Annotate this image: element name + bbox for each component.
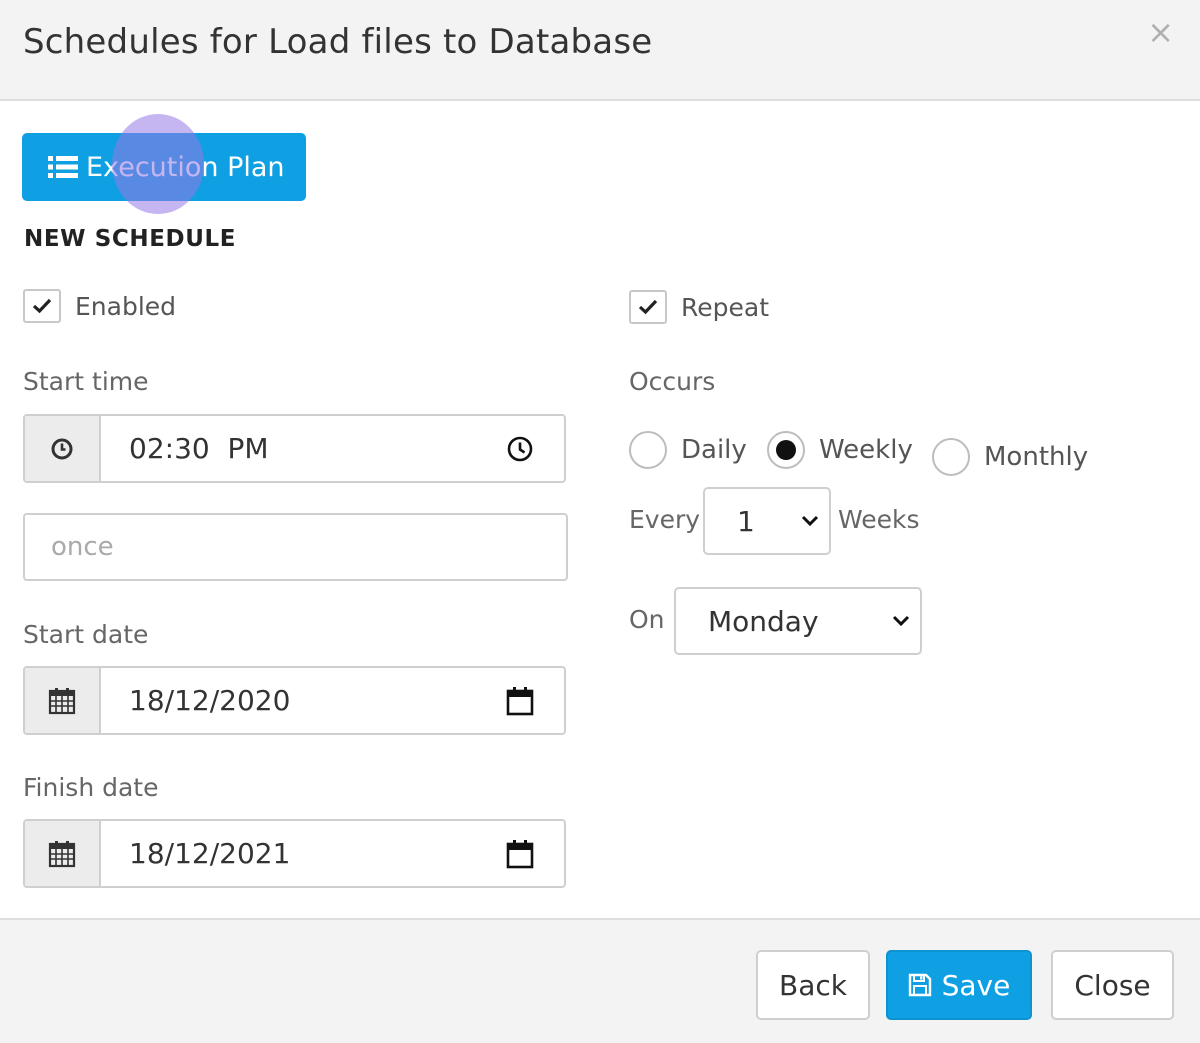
weeks-label: Weeks [838,505,920,534]
date-picker-icon[interactable] [506,686,534,716]
start-time-group: 02:30 PM [23,414,566,483]
start-time-input[interactable]: 02:30 PM [101,416,564,481]
finish-date-label: Finish date [23,773,159,802]
occurs-label: Occurs [629,367,716,396]
weekday-select[interactable]: Monday [674,587,922,655]
close-icon[interactable]: × [1147,16,1174,48]
calendar-icon [48,687,76,714]
start-date-value: 18/12/2020 [129,684,291,717]
dialog-header: Schedules for Load files to Database × [0,0,1200,101]
list-icon [48,154,78,180]
radio-weekly-button[interactable] [767,431,805,469]
radio-monthly[interactable]: Monthly [932,438,1088,476]
chevron-down-icon [801,515,819,527]
calendar-icon [48,840,76,867]
time-picker-icon[interactable] [506,435,534,463]
start-time-addon [25,416,101,481]
radio-monthly-label: Monthly [984,442,1089,472]
back-button[interactable]: Back [756,950,870,1020]
repeat-checkbox[interactable] [629,290,667,324]
frequency-input[interactable]: once [23,513,568,581]
enabled-label: Enabled [75,291,177,321]
finish-date-value: 18/12/2021 [129,837,291,870]
start-time-value: 02:30 PM [129,432,269,465]
start-date-addon [25,668,101,733]
save-icon [908,973,931,997]
radio-selected-dot [776,440,796,460]
radio-daily-button[interactable] [629,431,667,469]
section-title: NEW SCHEDULE [24,226,237,252]
finish-date-group: 18/12/2021 [23,819,566,888]
radio-daily[interactable]: Daily [629,431,747,469]
save-button[interactable]: Save [886,950,1032,1020]
radio-weekly[interactable]: Weekly [767,431,913,469]
execution-plan-label: Execution Plan [86,151,285,183]
every-value: 1 [737,504,755,538]
start-date-label: Start date [23,620,149,649]
start-time-label: Start time [23,367,149,396]
dialog-title: Schedules for Load files to Database [23,22,653,62]
finish-date-input[interactable]: 18/12/2021 [101,821,564,886]
radio-weekly-label: Weekly [819,435,913,465]
finish-date-addon [25,821,101,886]
every-select[interactable]: 1 [703,487,831,555]
weekday-value: Monday [708,604,819,638]
save-label: Save [941,968,1011,1002]
chevron-down-icon [892,615,910,627]
execution-plan-button[interactable]: Execution Plan [22,133,306,201]
start-date-input[interactable]: 18/12/2020 [101,668,564,733]
enabled-checkbox-row[interactable]: Enabled [23,289,176,323]
date-picker-icon[interactable] [506,839,534,869]
repeat-label: Repeat [681,292,770,322]
schedule-dialog: Schedules for Load files to Database × E… [0,0,1200,1043]
radio-monthly-button[interactable] [932,438,970,476]
every-label: Every [629,505,701,534]
checkmark-icon [32,298,52,314]
start-date-group: 18/12/2020 [23,666,566,735]
enabled-checkbox[interactable] [23,289,61,323]
close-button[interactable]: Close [1051,950,1174,1020]
repeat-checkbox-row[interactable]: Repeat [629,290,769,324]
on-label: On [629,605,665,634]
clock-icon [51,438,73,459]
radio-daily-label: Daily [681,435,747,465]
checkmark-icon [638,299,658,315]
